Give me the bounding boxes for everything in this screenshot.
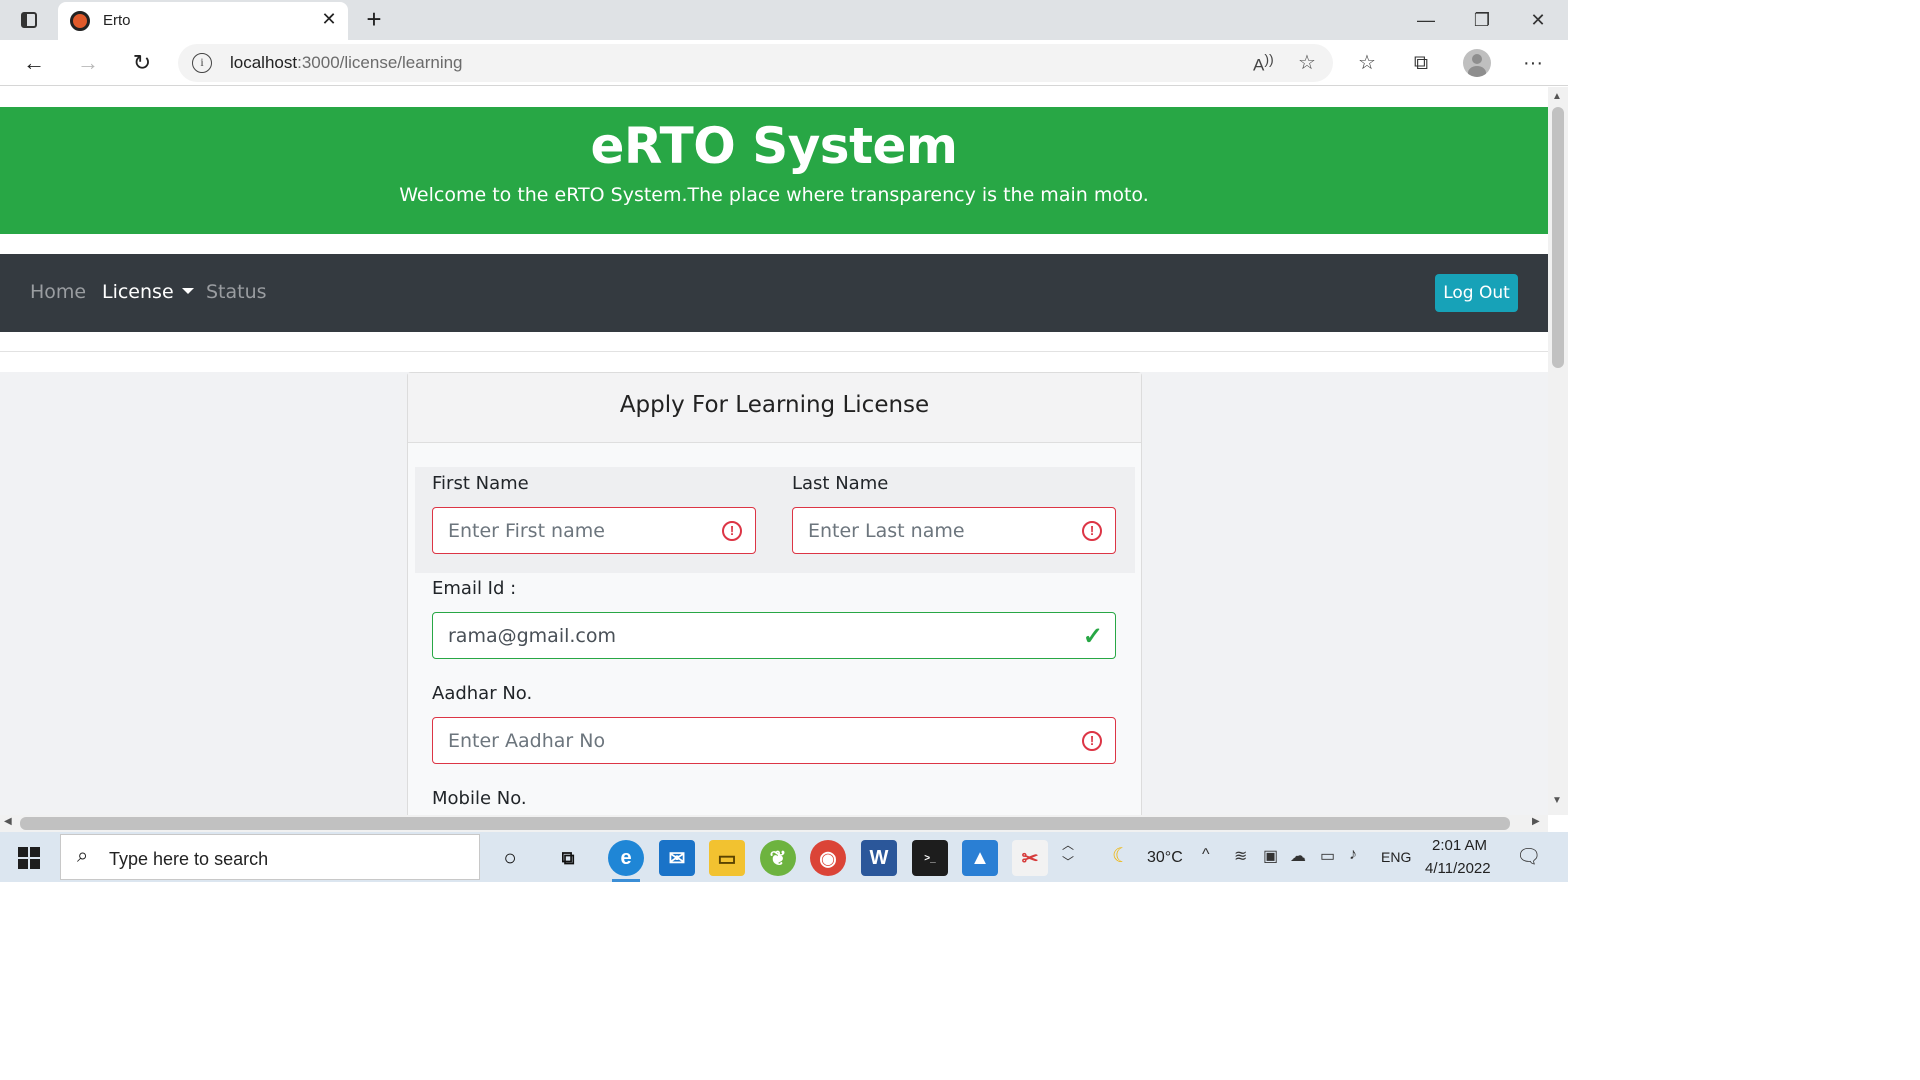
scroll-right-icon[interactable]: ▶ [1532, 816, 1540, 827]
close-tab-icon[interactable]: ✕ [318, 8, 340, 30]
taskbar-search[interactable]: ⌕ Type here to search [60, 834, 480, 880]
wifi-icon[interactable]: ≋ [1234, 846, 1247, 866]
aadhar-field[interactable]: ! [432, 717, 1116, 764]
back-icon[interactable]: ← [18, 48, 50, 78]
restore-window-icon[interactable]: ❐ [1462, 6, 1502, 34]
file-explorer-icon[interactable]: ▭ [709, 840, 745, 876]
forward-icon[interactable]: → [72, 48, 104, 78]
horizontal-scroll-thumb[interactable] [20, 817, 1510, 830]
check-icon: ✓ [1082, 623, 1103, 650]
form-title: Apply For Learning License [619, 392, 930, 418]
site-info-icon[interactable]: i [192, 53, 212, 73]
chevron-up-icon[interactable]: ^ [1202, 846, 1210, 864]
first-name-label: First Name [432, 473, 529, 494]
aadhar-label: Aadhar No. [432, 683, 533, 704]
windows-taskbar: ⌕ Type here to search ○ ⧉ e ✉ ▭ ❦ ◉ W >_… [0, 832, 1568, 882]
cortana-icon[interactable]: ○ [492, 840, 528, 876]
error-icon: ! [722, 521, 742, 541]
volume-icon[interactable]: ♪ [1349, 846, 1357, 864]
edge-browser-icon[interactable]: e [608, 840, 644, 882]
vertical-scrollbar[interactable]: ▲ ▼ [1548, 87, 1568, 815]
reload-icon[interactable]: ↻ [126, 48, 158, 78]
aadhar-input[interactable] [433, 718, 1115, 763]
add-favorite-icon[interactable]: ☆ [1298, 50, 1316, 75]
meet-now-icon[interactable]: ▣ [1263, 846, 1278, 866]
scroll-down-icon[interactable]: ▼ [1552, 795, 1562, 806]
email-label: Email Id : [432, 578, 517, 599]
chrome-icon[interactable]: ◉ [810, 840, 846, 876]
task-view-icon[interactable]: ⧉ [550, 840, 586, 876]
minimize-window-icon[interactable]: — [1406, 6, 1446, 34]
clock-time[interactable]: 2:01 AM [1432, 837, 1487, 854]
language-indicator[interactable]: ENG [1381, 849, 1411, 865]
weather-temperature[interactable]: 30°C [1147, 849, 1183, 867]
horizontal-scrollbar[interactable]: ◀ ▶ [0, 815, 1548, 832]
learning-license-form: Apply For Learning License First Name ! … [407, 372, 1142, 815]
search-icon: ⌕ [77, 845, 89, 867]
nav-status-link[interactable]: Status [206, 281, 267, 303]
collections-icon[interactable]: ⧉ [1406, 48, 1436, 78]
snipping-tool-icon[interactable]: ✂ [1012, 840, 1048, 876]
onedrive-icon[interactable]: ☁ [1290, 846, 1306, 866]
mail-icon[interactable]: ✉ [659, 840, 695, 876]
spring-tool-icon[interactable]: ❦ [760, 840, 796, 876]
read-aloud-icon[interactable]: A)) [1253, 52, 1274, 76]
site-favicon-icon [70, 11, 90, 31]
photos-icon[interactable]: ▲ [962, 840, 998, 876]
nav-home-link[interactable]: Home [30, 281, 86, 303]
favorites-icon[interactable]: ☆ [1352, 48, 1382, 78]
site-header: eRTO System Welcome to the eRTO System.T… [0, 107, 1548, 234]
windows-start-icon[interactable] [18, 847, 40, 869]
tab-title: Erto [103, 12, 131, 29]
close-window-icon[interactable]: ✕ [1518, 6, 1558, 34]
error-icon: ! [1082, 521, 1102, 541]
vertical-scroll-thumb[interactable] [1552, 107, 1564, 368]
form-header: Apply For Learning License [408, 373, 1141, 443]
browser-toolbar: ← → ↻ i localhost:3000/license/learning … [0, 40, 1568, 86]
site-title: eRTO System [590, 117, 958, 175]
site-subtitle: Welcome to the eRTO System.The place whe… [399, 184, 1149, 206]
profile-avatar[interactable] [1463, 49, 1491, 77]
show-hidden-icons-icon[interactable]: ︿ ﹀ [1062, 836, 1074, 870]
battery-icon[interactable]: ▭ [1320, 846, 1335, 866]
first-name-field[interactable]: ! [432, 507, 756, 554]
more-options-icon[interactable]: ··· [1518, 48, 1548, 78]
mysql-terminal-icon[interactable]: >_ [912, 840, 948, 876]
new-tab-button[interactable]: + [360, 4, 388, 34]
page-viewport: eRTO System Welcome to the eRTO System.T… [0, 87, 1548, 815]
weather-moon-icon[interactable]: ☾ [1112, 843, 1130, 868]
last-name-input[interactable] [793, 508, 1115, 553]
nav-license-dropdown[interactable]: License [102, 281, 194, 303]
first-name-input[interactable] [433, 508, 755, 553]
word-icon[interactable]: W [861, 840, 897, 876]
logout-button[interactable]: Log Out [1435, 274, 1518, 312]
clock-date[interactable]: 4/11/2022 [1425, 860, 1491, 877]
mobile-label: Mobile No. [432, 788, 527, 809]
divider [0, 351, 1548, 352]
notifications-icon[interactable]: 🗨 [1516, 844, 1541, 869]
main-navbar: Home License Status Log Out [0, 254, 1548, 332]
email-input[interactable] [433, 613, 1115, 658]
browser-tab-strip: Erto ✕ + — ❐ ✕ [0, 0, 1568, 40]
last-name-field[interactable]: ! [792, 507, 1116, 554]
last-name-label: Last Name [792, 473, 889, 494]
error-icon: ! [1082, 731, 1102, 751]
caret-down-icon [181, 288, 194, 294]
browser-tab[interactable]: Erto ✕ [58, 2, 348, 40]
nav-license-label: License [102, 281, 174, 303]
tab-actions-icon[interactable] [14, 8, 44, 32]
address-url[interactable]: localhost:3000/license/learning [230, 53, 463, 73]
email-field[interactable]: ✓ [432, 612, 1116, 659]
scroll-up-icon[interactable]: ▲ [1552, 91, 1562, 102]
scroll-left-icon[interactable]: ◀ [4, 816, 12, 827]
address-bar[interactable]: i localhost:3000/license/learning A)) ☆ [178, 44, 1333, 82]
taskbar-search-placeholder: Type here to search [109, 849, 269, 869]
